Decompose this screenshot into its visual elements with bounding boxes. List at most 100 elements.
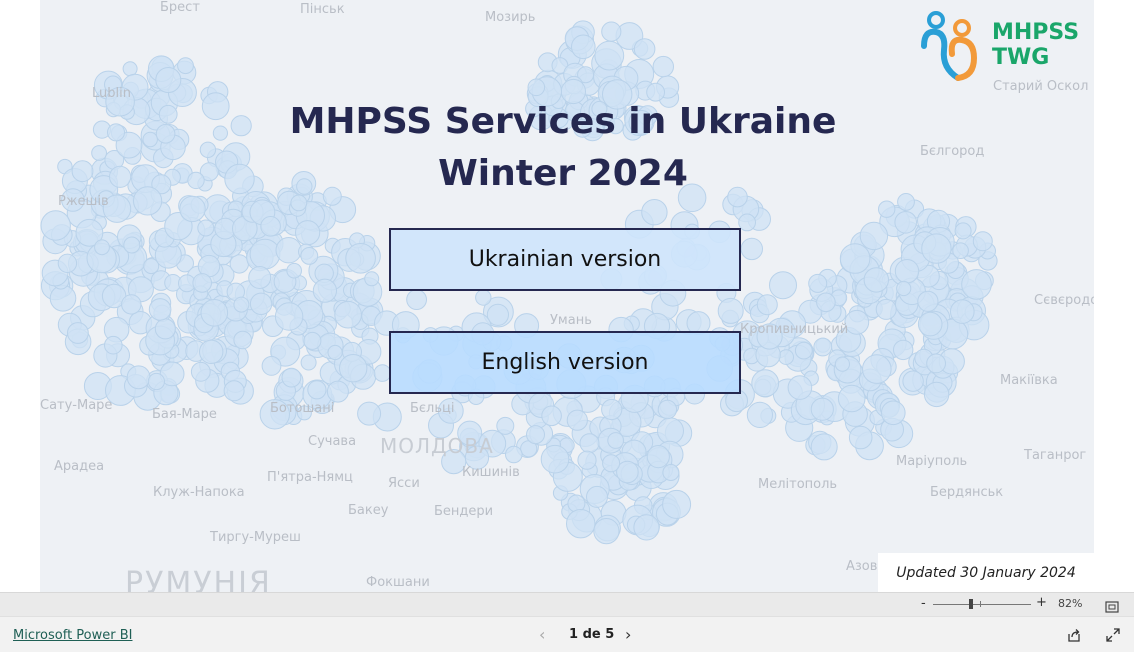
service-bubble xyxy=(717,297,744,324)
service-bubble xyxy=(327,344,343,361)
service-bubble xyxy=(249,292,273,315)
previous-page-icon[interactable]: ‹ xyxy=(539,625,545,644)
zoom-slider-thumb[interactable] xyxy=(969,599,973,609)
service-bubble xyxy=(896,280,912,297)
service-bubble xyxy=(281,367,302,388)
title-line-1: MHPSS Services in Ukraine xyxy=(289,101,837,142)
map-label: Бая-Маре xyxy=(152,407,217,422)
map-label: Бєльці xyxy=(410,401,455,416)
zoom-in-button[interactable]: + xyxy=(1036,595,1047,610)
service-bubble xyxy=(91,145,107,161)
report-canvas: Брест Пінськ Мозирь Старий Оскол Lublin … xyxy=(0,0,1134,592)
map-label: Сєвєродонецьк xyxy=(1034,293,1094,308)
service-bubble xyxy=(260,216,281,237)
service-bubble xyxy=(326,380,349,403)
service-bubble xyxy=(57,253,78,273)
map-label: Ржешів xyxy=(58,194,109,209)
service-bubble xyxy=(199,339,224,364)
service-bubble xyxy=(923,381,950,408)
map-label: Ясси xyxy=(388,476,420,491)
service-bubble xyxy=(295,220,321,246)
service-bubble xyxy=(345,242,376,274)
service-bubble xyxy=(881,400,906,426)
service-bubble xyxy=(844,309,870,335)
fullscreen-icon[interactable] xyxy=(1106,627,1120,646)
service-bubble xyxy=(662,489,692,519)
service-bubble xyxy=(142,131,158,148)
zoom-level: 82% xyxy=(1058,597,1083,610)
background-map: Брест Пінськ Мозирь Старий Оскол Lublin … xyxy=(40,0,1094,592)
service-bubble xyxy=(197,219,215,237)
service-bubble xyxy=(201,92,230,121)
service-bubble xyxy=(300,354,317,371)
next-page-icon[interactable]: › xyxy=(625,625,631,644)
service-bubble xyxy=(952,242,969,259)
service-bubble xyxy=(199,141,217,159)
service-bubble xyxy=(794,341,813,360)
service-bubble xyxy=(897,193,915,211)
service-bubble xyxy=(848,425,873,450)
logo-line-2: TWG xyxy=(992,45,1050,70)
service-bubble xyxy=(155,67,182,93)
logo-text: MHPSS TWG xyxy=(992,20,1079,70)
map-label: Сату-Маре xyxy=(40,398,113,413)
map-label: Кропивницький xyxy=(740,322,849,337)
title-line-2: Winter 2024 xyxy=(438,153,688,194)
share-icon[interactable] xyxy=(1067,627,1081,646)
map-label: Сучава xyxy=(308,434,357,449)
service-bubble xyxy=(177,57,194,75)
service-bubble xyxy=(839,243,871,274)
map-label: МОЛДОВА xyxy=(380,434,494,458)
service-bubble xyxy=(808,273,828,293)
service-bubble xyxy=(230,115,252,137)
fit-to-page-icon[interactable] xyxy=(1105,598,1119,617)
service-bubble xyxy=(738,213,756,232)
service-bubble xyxy=(894,259,920,284)
service-bubble xyxy=(594,40,625,71)
ukrainian-version-button[interactable]: Ukrainian version xyxy=(389,228,741,291)
map-label: Тиргу-Муреш xyxy=(210,530,301,545)
service-bubble xyxy=(364,271,380,287)
zoom-slider[interactable] xyxy=(933,599,1031,609)
service-bubble xyxy=(641,199,668,226)
service-bubble xyxy=(894,211,918,234)
service-bubble xyxy=(212,125,228,141)
powerbi-footer: Microsoft Power BI ‹ 1 de 5 › xyxy=(0,616,1134,652)
service-bubble xyxy=(878,200,896,218)
service-bubble xyxy=(94,239,110,256)
service-bubble xyxy=(224,163,255,195)
zoom-out-button[interactable]: - xyxy=(921,596,926,611)
service-bubble xyxy=(577,450,597,470)
service-bubble xyxy=(837,384,866,413)
service-bubble xyxy=(148,298,172,321)
service-bubble xyxy=(223,380,245,402)
service-bubble xyxy=(571,34,596,60)
service-bubble xyxy=(67,322,89,344)
service-bubble xyxy=(607,432,625,449)
service-bubble xyxy=(274,302,304,331)
service-bubble xyxy=(248,266,272,289)
map-label: РУМУНІЯ xyxy=(125,566,272,592)
english-version-button[interactable]: English version xyxy=(389,331,741,394)
powerbi-link[interactable]: Microsoft Power BI xyxy=(13,628,132,643)
service-bubble xyxy=(122,61,138,77)
map-label: Брест xyxy=(160,0,200,15)
map-label: Бакеу xyxy=(348,503,389,518)
service-bubble xyxy=(954,222,972,240)
service-bubble xyxy=(756,294,778,316)
map-label: Lublin xyxy=(92,86,131,101)
service-bubble xyxy=(300,247,319,265)
service-bubble xyxy=(787,375,813,400)
service-bubble xyxy=(601,21,622,42)
service-bubble xyxy=(126,365,151,390)
service-bubble xyxy=(123,236,141,254)
service-bubble xyxy=(104,335,123,355)
logo-line-1: MHPSS xyxy=(992,20,1080,45)
mhpss-twg-logo: MHPSS TWG xyxy=(918,6,1093,86)
service-bubble xyxy=(71,160,94,183)
service-bubble xyxy=(40,210,71,241)
service-bubble xyxy=(601,398,623,421)
service-bubble xyxy=(921,233,952,264)
service-bubble xyxy=(312,278,337,303)
service-bubble xyxy=(475,289,492,306)
